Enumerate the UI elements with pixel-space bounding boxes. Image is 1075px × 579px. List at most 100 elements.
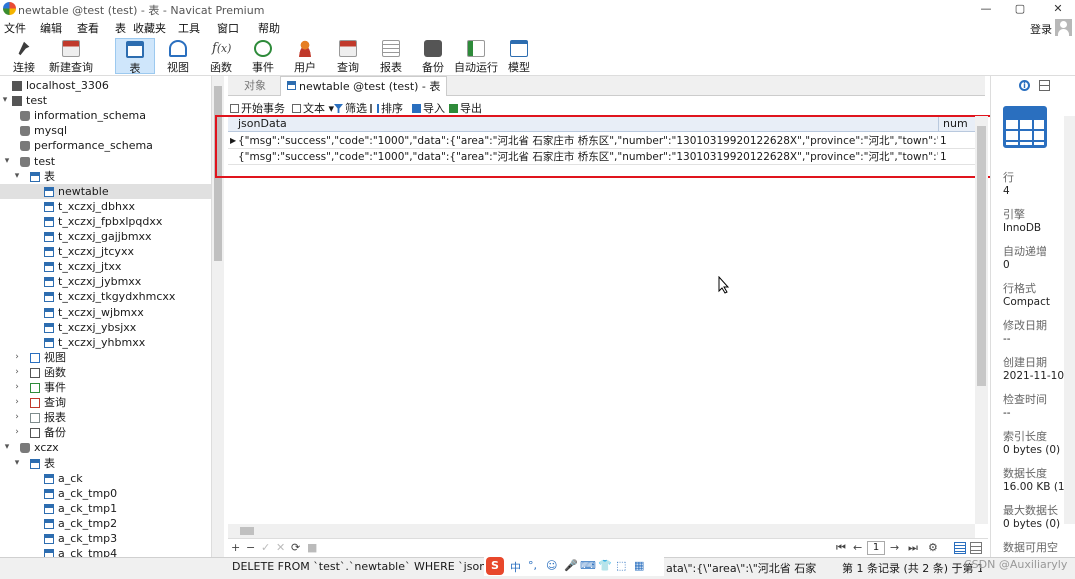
ime-crop-icon[interactable]: ⬚	[616, 559, 626, 572]
expand-arrow-icon[interactable]: ▾	[2, 154, 12, 169]
grid-vscroll-thumb[interactable]	[977, 126, 986, 386]
delete-record-button[interactable]: −	[246, 541, 255, 554]
expand-arrow-icon[interactable]: ›	[12, 410, 22, 425]
text-button[interactable]: 文本 ▾	[292, 100, 334, 116]
menu-tools[interactable]: 工具	[178, 20, 200, 36]
tree-item-table[interactable]: a_ck_tmp0	[0, 486, 211, 501]
close-button[interactable]: ✕	[1041, 0, 1075, 18]
table-button[interactable]: 表	[115, 38, 155, 75]
tree-item-event[interactable]: › 事件	[0, 380, 211, 395]
ime-emoji-icon[interactable]: ☺	[546, 559, 557, 572]
tree-item-view[interactable]: › 视图	[0, 350, 211, 365]
previous-page-button[interactable]: ←	[853, 541, 862, 554]
connect-button[interactable]: 连接	[4, 38, 44, 74]
settings-icon[interactable]: ⚙	[928, 541, 938, 554]
expand-arrow-icon[interactable]: ▾	[12, 456, 22, 471]
tree-item-table[interactable]: a_ck_tmp3	[0, 531, 211, 546]
tree-item-table[interactable]: t_xczxj_ybsjxx	[0, 320, 211, 335]
tree-item-table[interactable]: newtable	[0, 183, 211, 199]
menu-favorites[interactable]: 收藏夹	[133, 20, 166, 36]
grid-horizontal-scrollbar[interactable]	[228, 524, 975, 538]
tree-item-table[interactable]: t_xczxj_wjbmxx	[0, 305, 211, 320]
event-button[interactable]: 事件	[243, 38, 283, 74]
maximize-button[interactable]: ▢	[1003, 0, 1037, 18]
tree-item-report[interactable]: › 报表	[0, 410, 211, 425]
tree-item-server[interactable]: localhost_3306	[0, 78, 211, 93]
backup-button[interactable]: 备份	[413, 38, 453, 74]
sort-button[interactable]: 排序	[370, 100, 403, 116]
tree-item-table[interactable]: t_xczxj_fpbxlpqdxx	[0, 214, 211, 229]
tree-item-tablefolder[interactable]: ▾ 表	[0, 456, 211, 471]
tree-item-table[interactable]: t_xczxj_jtxx	[0, 259, 211, 274]
menu-view[interactable]: 查看	[77, 20, 99, 36]
ime-mode-chinese[interactable]: 中	[510, 559, 521, 575]
expand-arrow-icon[interactable]: ▾	[0, 93, 10, 108]
query-button[interactable]: 查询	[328, 38, 368, 74]
login-link[interactable]: 登录	[1030, 21, 1052, 37]
tree-item-table[interactable]: a_ck_tmp4	[0, 546, 211, 557]
tree-item-server[interactable]: ▾ test	[0, 93, 211, 108]
form-view-icon[interactable]	[970, 542, 982, 554]
tree-item-func[interactable]: › 函数	[0, 365, 211, 380]
import-button[interactable]: 导入	[412, 100, 445, 116]
tree-item-query[interactable]: › 查询	[0, 395, 211, 410]
tree-item-table[interactable]: t_xczxj_gajjbmxx	[0, 229, 211, 244]
last-page-button[interactable]: ⏭	[908, 541, 918, 555]
ime-voice-icon[interactable]: 🎤	[564, 559, 578, 572]
stop-button[interactable]: ■	[307, 541, 317, 554]
avatar-icon[interactable]	[1055, 19, 1072, 36]
first-page-button[interactable]: ⏮	[836, 541, 846, 555]
discard-changes-button[interactable]: ✕	[276, 541, 285, 554]
tree-item-db[interactable]: ▾ test	[0, 154, 211, 169]
expand-arrow-icon[interactable]: ▾	[12, 169, 22, 184]
tree-item-tablefolder[interactable]: ▾ 表	[0, 169, 211, 184]
refresh-button[interactable]: ⟳	[291, 541, 300, 554]
tree-item-table[interactable]: a_ck	[0, 471, 211, 486]
tree-item-table[interactable]: t_xczxj_jtcyxx	[0, 244, 211, 259]
add-record-button[interactable]: +	[231, 541, 240, 554]
minimize-button[interactable]: —	[969, 0, 1003, 18]
grid-hscroll-thumb[interactable]	[240, 527, 254, 535]
tree-item-table[interactable]: t_xczxj_yhbmxx	[0, 335, 211, 350]
ime-keyboard-icon[interactable]: ⌨	[580, 559, 596, 572]
expand-arrow-icon[interactable]: ›	[12, 380, 22, 395]
tree-item-table[interactable]: t_xczxj_dbhxx	[0, 199, 211, 214]
menu-edit[interactable]: 编辑	[40, 20, 62, 36]
expand-arrow-icon[interactable]: ▾	[2, 440, 12, 455]
tree-item-db[interactable]: ▾ xczx	[0, 440, 211, 455]
model-button[interactable]: 模型	[499, 38, 539, 74]
begin-transaction-button[interactable]: 开始事务	[230, 100, 285, 116]
menu-file[interactable]: 文件	[4, 20, 26, 36]
menu-window[interactable]: 窗口	[217, 20, 239, 36]
menu-help[interactable]: 帮助	[258, 20, 280, 36]
ddl-icon[interactable]	[1039, 80, 1050, 91]
new-query-button[interactable]: 新建查询	[48, 38, 94, 74]
tree-item-backup[interactable]: › 备份	[0, 425, 211, 440]
tree-item-table[interactable]: t_xczxj_tkgydxhmcxx	[0, 289, 211, 304]
tree-item-db[interactable]: information_schema	[0, 108, 211, 123]
function-button[interactable]: f(x) 函数	[201, 38, 241, 74]
tree-item-db[interactable]: performance_schema	[0, 138, 211, 153]
ime-skin-icon[interactable]: 👕	[598, 559, 612, 572]
next-page-button[interactable]: →	[890, 541, 899, 554]
grid-view-icon[interactable]	[954, 542, 966, 554]
tree-item-table[interactable]: a_ck_tmp1	[0, 501, 211, 516]
expand-arrow-icon[interactable]: ›	[12, 365, 22, 380]
expand-arrow-icon[interactable]: ›	[12, 350, 22, 365]
info-icon[interactable]: i	[1019, 80, 1030, 91]
expand-arrow-icon[interactable]: ›	[12, 425, 22, 440]
grid-vertical-scrollbar[interactable]	[975, 116, 988, 524]
tree-item-db[interactable]: mysql	[0, 123, 211, 138]
tab-newtable[interactable]: newtable @test (test) - 表	[280, 76, 448, 96]
tree-item-table[interactable]: t_xczxj_jybmxx	[0, 274, 211, 289]
menu-table[interactable]: 表	[115, 20, 126, 36]
filter-button[interactable]: 筛选	[334, 100, 367, 116]
page-number-input[interactable]: 1	[867, 541, 885, 555]
info-panel-scrollbar[interactable]	[1064, 116, 1075, 524]
tree-item-table[interactable]: a_ck_tmp2	[0, 516, 211, 531]
apply-changes-button[interactable]: ✓	[261, 541, 270, 554]
ime-toolbox-icon[interactable]: ▦	[634, 559, 644, 572]
expand-arrow-icon[interactable]: ›	[12, 395, 22, 410]
report-button[interactable]: 报表	[371, 38, 411, 74]
view-button[interactable]: 视图	[158, 38, 198, 74]
